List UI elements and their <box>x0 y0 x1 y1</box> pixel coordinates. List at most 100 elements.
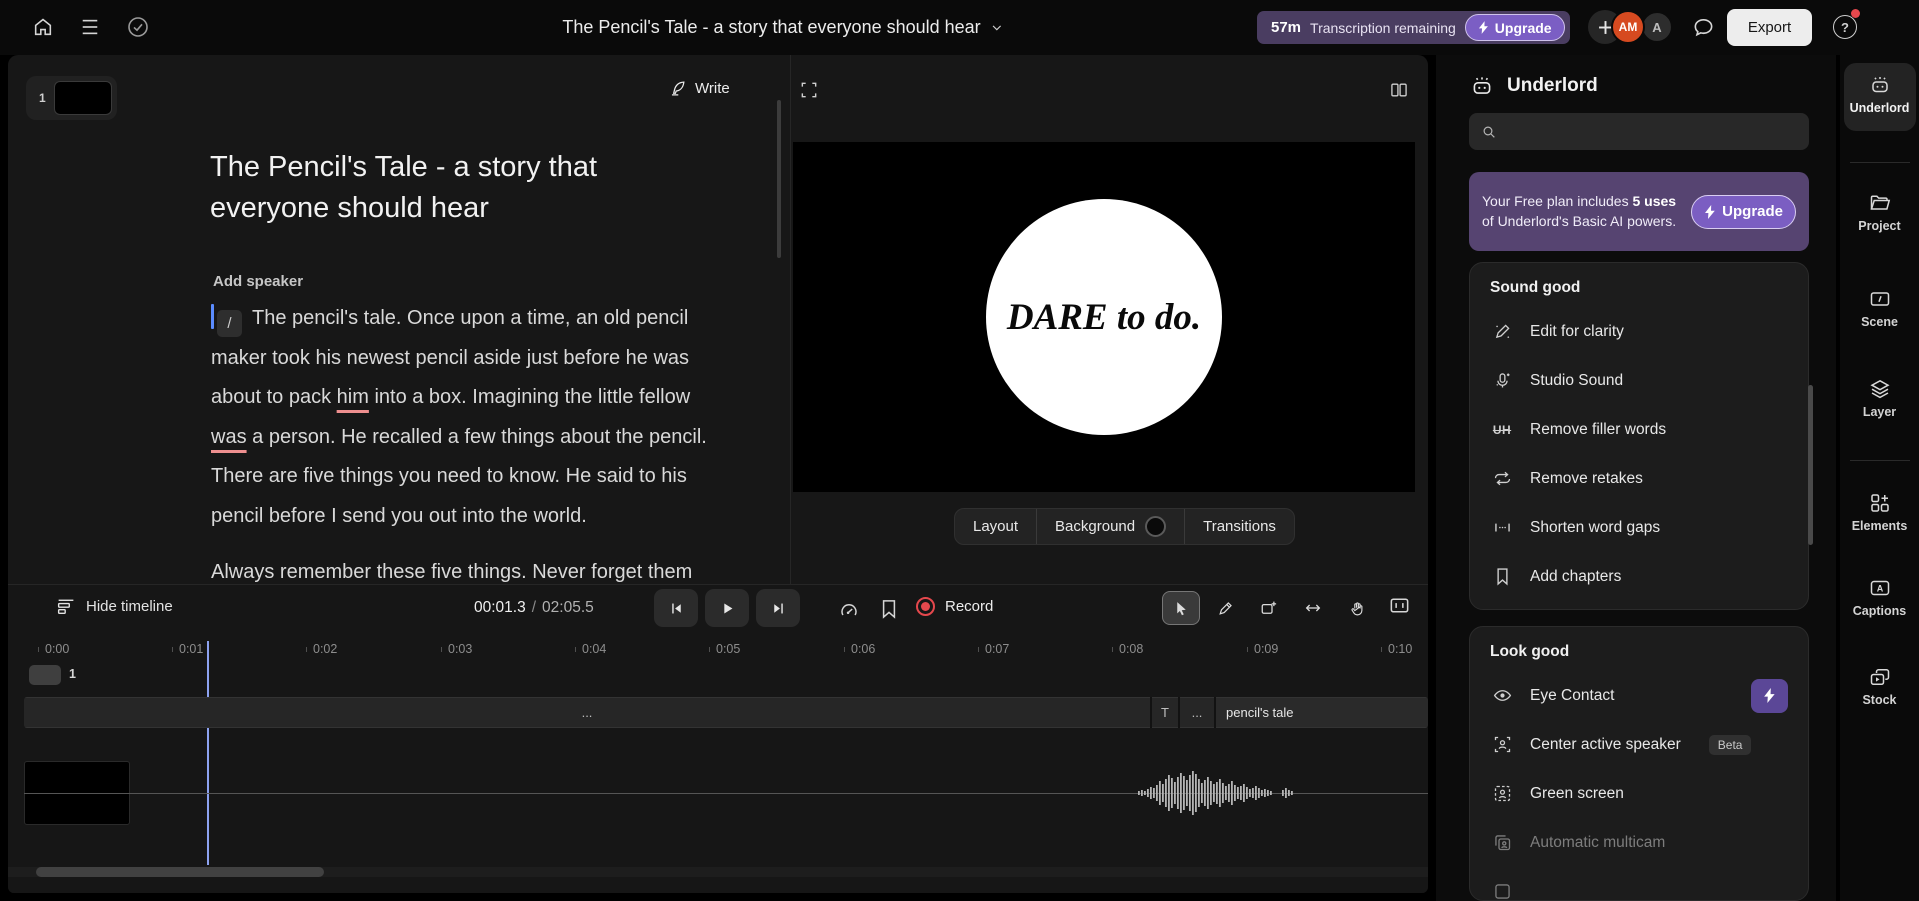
tab-layout[interactable]: Layout <box>955 509 1036 544</box>
toggle-panels-icon[interactable] <box>1389 80 1409 100</box>
elements-icon <box>1840 491 1919 515</box>
underlord-item-center-active-speaker[interactable]: Center active speaker Beta <box>1490 720 1788 769</box>
document-scrollbar[interactable] <box>777 100 781 258</box>
retakes-loop-icon <box>1490 467 1514 491</box>
saved-check-icon <box>126 15 150 39</box>
underlord-item-remove-retakes[interactable]: Remove retakes <box>1490 454 1788 503</box>
avatar-secondary[interactable]: A <box>1641 11 1673 43</box>
playhead[interactable] <box>207 641 209 865</box>
video-canvas[interactable]: DARE to do. <box>793 142 1415 492</box>
right-sidebar: Underlord Project Scene Layer <box>1840 55 1919 901</box>
scene-thumbnail <box>54 81 112 115</box>
section-title: Look good <box>1490 643 1788 665</box>
background-color-swatch[interactable] <box>1145 516 1166 537</box>
comments-icon[interactable] <box>1692 16 1715 39</box>
hide-timeline-button[interactable]: Hide timeline <box>56 597 173 615</box>
marker-icon[interactable] <box>880 598 898 620</box>
avatar[interactable]: AM <box>1611 10 1645 44</box>
ruler-tick: 0:00 <box>38 642 69 656</box>
sidebar-divider <box>1850 162 1910 163</box>
skip-forward-button[interactable] <box>756 589 800 627</box>
audio-waveform[interactable] <box>1138 769 1300 817</box>
eye-contact-ai-button[interactable] <box>1751 679 1788 713</box>
underlord-item-green-screen[interactable]: Green screen <box>1490 769 1788 818</box>
underlord-item-eye-contact[interactable]: Eye Contact <box>1490 671 1788 720</box>
sidebar-item-underlord[interactable]: Underlord <box>1840 73 1919 115</box>
transcription-label: Transcription remaining <box>1310 20 1456 36</box>
underlord-upgrade-button[interactable]: Upgrade <box>1691 195 1796 229</box>
tab-transitions[interactable]: Transitions <box>1184 509 1294 544</box>
add-clip-tool[interactable] <box>1250 591 1288 625</box>
record-button[interactable]: Record <box>916 597 993 616</box>
track-header-thumbnail[interactable] <box>29 665 61 685</box>
underlord-item-clipped[interactable] <box>1490 867 1788 901</box>
hand-tool[interactable] <box>1338 591 1376 625</box>
skip-back-button[interactable] <box>654 589 698 627</box>
underlord-search[interactable] <box>1469 113 1809 150</box>
multicam-icon <box>1490 831 1514 855</box>
upgrade-button[interactable]: Upgrade <box>1465 14 1565 41</box>
timeline-clip[interactable]: T <box>1152 697 1178 728</box>
help-button[interactable]: ? <box>1833 15 1857 39</box>
timeline-scrollbar-thumb[interactable] <box>36 867 324 877</box>
ruler-tick: 0:09 <box>1247 642 1278 656</box>
underlord-item-studio-sound[interactable]: Studio Sound <box>1490 356 1788 405</box>
layers-icon <box>1840 377 1919 401</box>
text-cursor <box>211 304 214 329</box>
play-button[interactable] <box>705 589 749 627</box>
write-button[interactable]: Write <box>668 79 730 98</box>
scene-thumbnail-chip[interactable]: 1 <box>26 76 117 120</box>
sidebar-item-scene[interactable]: Scene <box>1840 287 1919 329</box>
expand-preview-icon[interactable] <box>799 80 819 100</box>
ruler-tick: 0:04 <box>575 642 606 656</box>
fit-timeline-icon[interactable] <box>1388 594 1411 617</box>
underlord-scrollbar[interactable] <box>1808 385 1813 545</box>
bolt-icon <box>1704 205 1716 219</box>
sidebar-item-elements[interactable]: Elements <box>1840 491 1919 533</box>
bolt-icon <box>1478 21 1489 34</box>
timeline-clip[interactable]: ... <box>1180 697 1214 728</box>
export-button[interactable]: Export <box>1727 9 1812 46</box>
green-screen-icon <box>1490 782 1514 806</box>
bookmark-icon <box>1490 565 1514 589</box>
home-icon[interactable] <box>32 16 54 38</box>
trim-tool[interactable] <box>1294 591 1332 625</box>
slash-command-chip[interactable]: / <box>217 310 242 337</box>
sidebar-item-project[interactable]: Project <box>1840 191 1919 233</box>
current-time: 00:01.3 <box>474 599 526 616</box>
timeline-scrollbar-track[interactable] <box>8 867 1428 877</box>
ruler-tick: 0:06 <box>844 642 875 656</box>
project-title-menu[interactable]: The Pencil's Tale - a story that everyon… <box>562 0 1003 55</box>
record-icon <box>916 597 935 616</box>
add-speaker-label[interactable]: Add speaker <box>213 273 303 290</box>
playback-speed-icon[interactable] <box>838 599 860 621</box>
timeline-clip-pencils-tale[interactable]: pencil's tale <box>1216 697 1428 728</box>
underlord-item-remove-filler-words[interactable]: UH Remove filler words <box>1490 405 1788 454</box>
transcript-text[interactable]: /The pencil's tale. Once upon a time, an… <box>211 299 727 584</box>
sidebar-item-captions[interactable]: A Captions <box>1840 576 1919 618</box>
underlord-item-shorten-word-gaps[interactable]: Shorten word gaps <box>1490 503 1788 552</box>
document-title[interactable]: The Pencil's Tale - a story that everyon… <box>210 147 640 229</box>
underlord-item-add-chapters[interactable]: Add chapters <box>1490 552 1788 601</box>
tab-background[interactable]: Background <box>1036 509 1184 544</box>
sidebar-item-layer[interactable]: Layer <box>1840 377 1919 419</box>
select-tool[interactable] <box>1162 591 1200 625</box>
timeline-clip[interactable]: ... <box>24 697 1150 728</box>
razor-tool[interactable] <box>1206 591 1244 625</box>
canvas-tabs: Layout Background Transitions <box>954 508 1295 545</box>
ruler-tick: 0:03 <box>441 642 472 656</box>
scene-icon <box>1840 287 1919 311</box>
sidebar-item-stock[interactable]: Stock <box>1840 665 1919 707</box>
underlord-item-edit-for-clarity[interactable]: Edit for clarity <box>1490 307 1788 356</box>
corrected-word[interactable]: was <box>211 426 247 448</box>
transcript-paragraph-clipped[interactable]: Always remember these five things. Never… <box>211 553 727 584</box>
stock-media-icon <box>1840 665 1919 689</box>
corrected-word[interactable]: him <box>337 386 369 408</box>
mic-sparkle-icon <box>1490 369 1514 393</box>
menu-icon[interactable] <box>79 17 101 37</box>
free-plan-banner: Your Free plan includes 5 uses of Underl… <box>1469 172 1809 251</box>
search-input[interactable] <box>1505 124 1797 140</box>
edit-sparkle-icon <box>1490 320 1514 344</box>
transcript-paragraph[interactable]: /The pencil's tale. Once upon a time, an… <box>211 299 727 536</box>
section-title: Sound good <box>1490 279 1788 301</box>
